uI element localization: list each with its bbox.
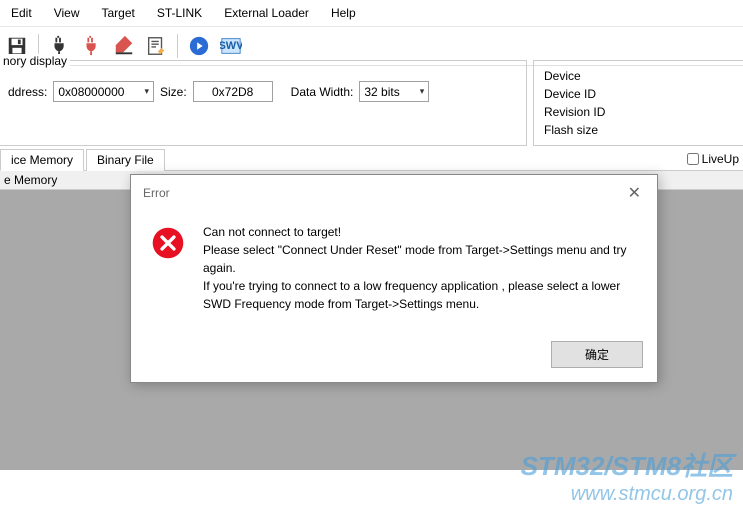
dialog-line3: If you're trying to connect to a low fre… — [203, 277, 637, 313]
modal-backdrop: Error ✕ Can not connect to target! Pleas… — [0, 0, 743, 516]
ok-button[interactable]: 确定 — [551, 341, 643, 368]
dialog-message: Can not connect to target! Please select… — [203, 223, 637, 313]
error-dialog: Error ✕ Can not connect to target! Pleas… — [130, 174, 658, 383]
close-icon[interactable]: ✕ — [624, 183, 645, 203]
dialog-title: Error — [143, 186, 170, 200]
dialog-line2: Please select "Connect Under Reset" mode… — [203, 241, 637, 277]
error-icon — [151, 226, 185, 260]
dialog-line1: Can not connect to target! — [203, 223, 637, 241]
